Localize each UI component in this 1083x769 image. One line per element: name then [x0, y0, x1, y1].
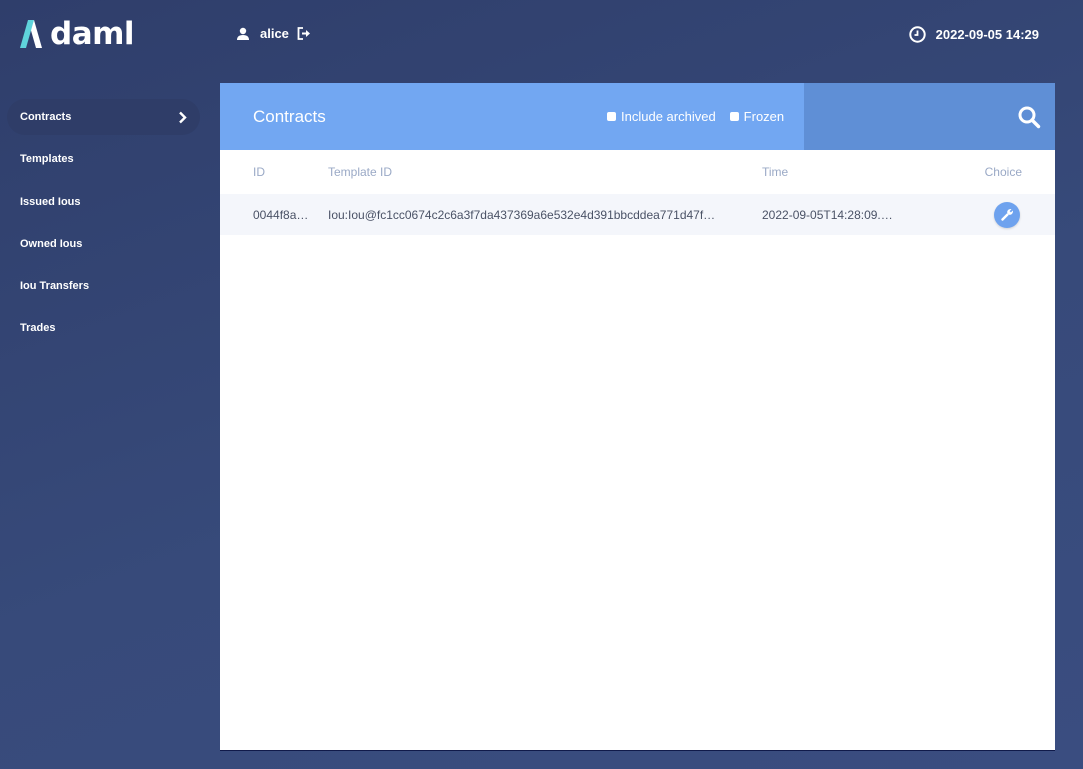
checkbox-box[interactable] — [729, 112, 739, 121]
include-archived-checkbox[interactable]: Include archived — [607, 109, 716, 124]
sidebar-item-contracts[interactable]: Contracts — [7, 99, 200, 135]
column-header-template-id[interactable]: Template ID — [328, 150, 762, 194]
contracts-table: ID Template ID Time Choice 0044f8a… Iou:… — [220, 150, 1055, 235]
sidebar: Contracts Templates Issued Ious Owned Io… — [7, 99, 200, 353]
time-value: 2022-09-05 14:29 — [935, 27, 1039, 42]
frozen-label: Frozen — [743, 109, 785, 124]
contracts-panel: Contracts Include archived Frozen ID Tem… — [220, 83, 1055, 750]
sidebar-item-label: Templates — [20, 153, 74, 166]
sidebar-item-templates[interactable]: Templates — [7, 141, 200, 177]
cell-choice — [952, 194, 1055, 235]
table-header-row: ID Template ID Time Choice — [220, 150, 1055, 194]
user-info: alice — [236, 26, 311, 41]
filters: Include archived Frozen — [607, 109, 798, 124]
search-area — [804, 83, 1055, 150]
search-button[interactable] — [1017, 105, 1041, 129]
cell-template-id: Iou:Iou@fc1cc0674c2c6a3f7da437369a6e532e… — [328, 207, 716, 222]
daml-logo: daml — [20, 16, 135, 52]
sidebar-item-issued-ious[interactable]: Issued Ious — [7, 184, 200, 220]
column-header-time[interactable]: Time — [762, 150, 952, 194]
frozen-checkbox[interactable]: Frozen — [729, 109, 785, 124]
cell-id: 0044f8a… — [253, 207, 309, 222]
cell-time: 2022-09-05T14:28:09.… — [762, 207, 893, 222]
sidebar-item-trades[interactable]: Trades — [7, 310, 200, 346]
sidebar-item-iou-transfers[interactable]: Iou Transfers — [7, 268, 200, 304]
checkbox-box[interactable] — [607, 112, 616, 121]
table-row[interactable]: 0044f8a… Iou:Iou@fc1cc0674c2c6a3f7da4373… — [220, 194, 1055, 235]
clock-icon — [908, 26, 926, 43]
choice-button[interactable] — [994, 201, 1020, 228]
sidebar-item-label: Trades — [20, 322, 56, 335]
sidebar-item-label: Iou Transfers — [20, 280, 90, 293]
chevron-right-icon — [179, 111, 187, 123]
logo-text: daml — [50, 16, 135, 52]
daml-logo-icon — [20, 20, 42, 48]
column-header-id[interactable]: ID — [220, 150, 328, 194]
logout-button[interactable] — [297, 27, 311, 40]
wrench-icon — [1000, 209, 1013, 221]
column-header-choice: Choice — [984, 165, 1022, 179]
page-title: Contracts — [253, 106, 326, 126]
current-time: 2022-09-05 14:29 — [908, 26, 1039, 43]
user-icon — [237, 27, 249, 40]
username: alice — [260, 26, 289, 41]
sidebar-item-owned-ious[interactable]: Owned Ious — [7, 226, 200, 262]
search-icon — [1018, 106, 1041, 128]
sidebar-item-label: Owned Ious — [20, 237, 83, 250]
sidebar-item-label: Issued Ious — [20, 195, 81, 208]
panel-header: Contracts Include archived Frozen — [220, 83, 1055, 150]
sidebar-item-label: Contracts — [20, 111, 72, 123]
include-archived-label: Include archived — [621, 109, 716, 124]
logout-icon — [297, 27, 310, 40]
